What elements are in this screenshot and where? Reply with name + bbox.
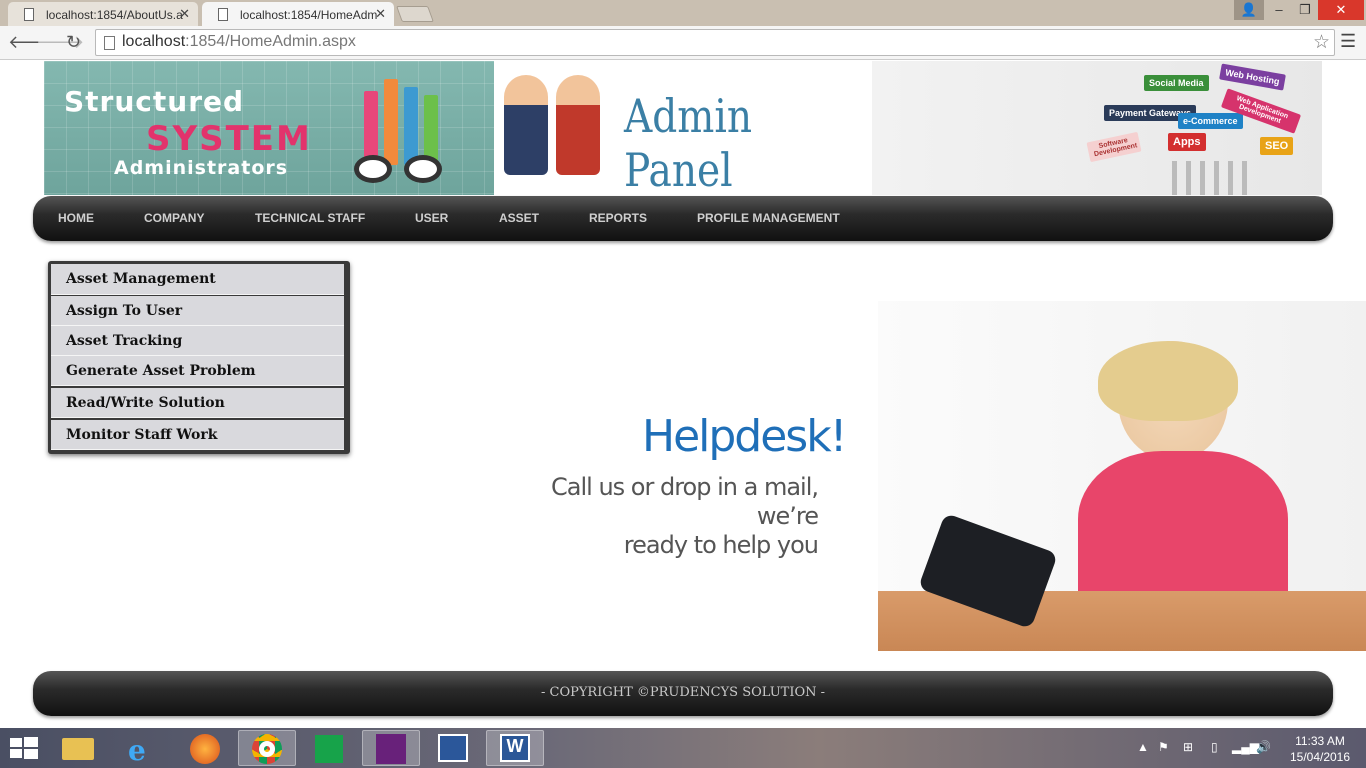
sign-software-development: Software Development: [1086, 131, 1142, 163]
reload-icon[interactable]: ↻: [66, 32, 81, 53]
new-tab-button[interactable]: [396, 6, 434, 22]
logo-panel: Structured SYSTEM Administrators: [44, 61, 494, 195]
nav-reports[interactable]: REPORTS: [589, 211, 647, 225]
action-center-flag-icon[interactable]: ⚑: [1158, 740, 1169, 754]
windows-taskbar: e W ▲ ⚑ ⊞ ▯ ▂▄▆ 🔊 11:33 AM 15/04/2016: [0, 728, 1366, 768]
menu-item-monitor-staff-work[interactable]: Monitor Staff Work: [51, 420, 344, 450]
admin-panel-title: Admin Panel: [624, 89, 753, 197]
clock-date: 15/04/2016: [1289, 750, 1351, 764]
menu-item-read-write-solution[interactable]: Read/Write Solution: [51, 388, 344, 418]
sign-apps: Apps: [1168, 133, 1206, 151]
page-icon: [24, 8, 34, 21]
nav-user[interactable]: USER: [415, 211, 448, 225]
file-explorer-icon[interactable]: [50, 730, 108, 766]
admin-man-icon: [504, 75, 548, 175]
browser-tab-strip: localhost:1854/AboutUs.a ✕ localhost:185…: [0, 0, 1366, 26]
page-icon: [218, 8, 228, 21]
bookmark-star-icon[interactable]: ☆: [1313, 31, 1330, 54]
main-nav: HOME COMPANY TECHNICAL STAFF USER ASSET …: [33, 196, 1333, 241]
address-bar[interactable]: localhost:1854/HomeAdmin.aspx ☆: [95, 29, 1335, 56]
helpdesk-photo: [878, 301, 1366, 651]
word-icon[interactable]: W: [486, 730, 544, 766]
browser-tab-about[interactable]: localhost:1854/AboutUs.a ✕: [8, 2, 198, 26]
signpost-poles: [1172, 161, 1252, 195]
close-window-button[interactable]: ✕: [1318, 0, 1364, 20]
battery-icon[interactable]: ▯: [1211, 740, 1218, 754]
internet-explorer-icon[interactable]: e: [114, 730, 172, 767]
admin-woman-icon: [556, 75, 600, 175]
close-tab-icon[interactable]: ✕: [179, 6, 190, 22]
sign-seo: SEO: [1260, 137, 1294, 155]
services-signpost-panel: Social Media Web Hosting Payment Gateway…: [872, 61, 1322, 195]
user-profile-icon[interactable]: 👤: [1234, 0, 1264, 20]
tab-title: localhost:1854/AboutUs.a: [46, 8, 183, 22]
visio-icon[interactable]: [424, 730, 482, 766]
page-icon: [104, 36, 115, 50]
browser-toolbar: 🡐 🡒 ↻ localhost:1854/HomeAdmin.aspx ☆ ☰: [0, 26, 1366, 60]
close-tab-icon[interactable]: ✕: [375, 6, 386, 22]
nav-profile-management[interactable]: PROFILE MANAGEMENT: [697, 211, 840, 225]
logo-text-line3: Administrators: [114, 157, 289, 179]
windows-start-icon[interactable]: [10, 737, 38, 759]
helpdesk-line2: ready to help you: [623, 531, 819, 559]
volume-icon[interactable]: 🔊: [1256, 740, 1271, 754]
page-viewport: Structured SYSTEM Administrators Admin P…: [0, 61, 1366, 728]
helpdesk-subtitle: Call us or drop in a mail, we’re ready t…: [500, 473, 819, 560]
chrome-menu-icon[interactable]: ☰: [1340, 31, 1356, 52]
sign-ecommerce: e-Commerce: [1178, 113, 1243, 129]
visual-studio-icon[interactable]: [362, 730, 420, 766]
footer-bar: - COPYRIGHT ©PRUDENCYS SOLUTION -: [33, 671, 1333, 716]
system-clock[interactable]: 11:33 AM 15/04/2016: [1280, 733, 1360, 765]
sign-social-media: Social Media: [1144, 75, 1209, 91]
helpdesk-line1: Call us or drop in a mail, we’re: [551, 473, 819, 530]
maximize-button[interactable]: ❐: [1290, 0, 1320, 20]
menu-item-asset-tracking[interactable]: Asset Tracking: [51, 326, 344, 356]
helpdesk-title: Helpdesk!: [642, 411, 847, 462]
url-host: localhost: [122, 33, 186, 50]
nav-asset[interactable]: ASSET: [499, 211, 539, 225]
url-path: :1854/HomeAdmin.aspx: [185, 33, 356, 50]
asset-dropdown-menu: Asset Management Assign To User Asset Tr…: [48, 261, 350, 454]
menu-item-generate-asset-problem[interactable]: Generate Asset Problem: [51, 356, 344, 386]
menu-item-assign-to-user[interactable]: Assign To User: [51, 296, 344, 326]
signal-icon[interactable]: ▂▄▆: [1232, 740, 1259, 754]
admin-panel-title-panel: Admin Panel: [494, 61, 872, 197]
header-banner: Structured SYSTEM Administrators Admin P…: [44, 61, 1322, 197]
nav-company[interactable]: COMPANY: [144, 211, 204, 225]
pencil-icon: [364, 91, 378, 165]
network-windows-icon[interactable]: ⊞: [1183, 740, 1193, 754]
show-hidden-icons[interactable]: ▲: [1137, 740, 1149, 754]
firefox-icon[interactable]: [176, 730, 234, 766]
pencil-icon: [404, 87, 418, 165]
url-text: localhost:1854/HomeAdmin.aspx: [122, 33, 356, 51]
clock-time: 11:33 AM: [1295, 734, 1345, 748]
sign-web-hosting: Web Hosting: [1219, 63, 1286, 91]
pencil-icon: [384, 79, 398, 165]
tab-title: localhost:1854/HomeAdm: [240, 8, 378, 22]
windows-store-icon[interactable]: [300, 730, 358, 766]
browser-tab-homeadmin[interactable]: localhost:1854/HomeAdm ✕: [202, 2, 394, 26]
logo-text-line1: Structured: [64, 85, 245, 118]
chrome-icon[interactable]: [238, 730, 296, 766]
nav-home[interactable]: HOME: [58, 211, 94, 225]
logo-text-line2: SYSTEM: [146, 119, 312, 159]
copyright-text: - COPYRIGHT ©PRUDENCYS SOLUTION -: [540, 685, 826, 700]
glasses-icon: [354, 155, 446, 187]
menu-item-asset-management[interactable]: Asset Management: [51, 264, 344, 295]
nav-technical-staff[interactable]: TECHNICAL STAFF: [255, 211, 365, 225]
